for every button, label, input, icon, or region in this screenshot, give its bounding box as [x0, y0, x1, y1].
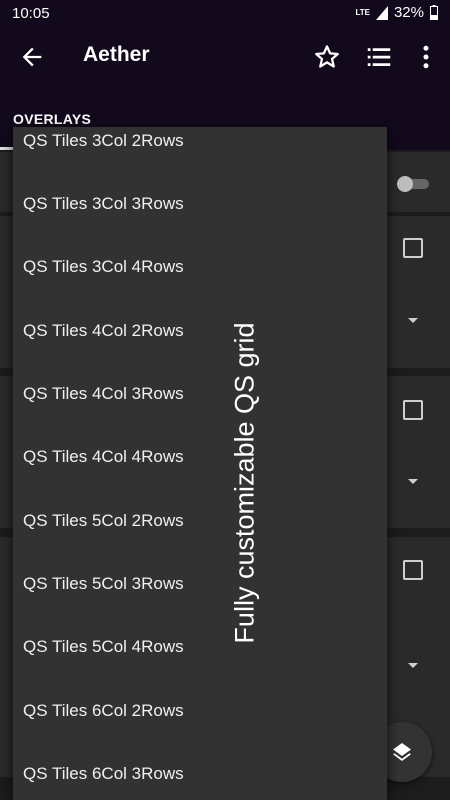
menu-item[interactable]: QS Tiles 6Col 2Rows — [23, 701, 184, 721]
page-title: Aether — [83, 43, 150, 66]
promo-caption: Fully customizable QS grid — [229, 322, 260, 644]
tab-overlays[interactable]: OVERLAYS — [13, 111, 91, 127]
master-toggle[interactable] — [396, 175, 432, 193]
overlay-checkbox[interactable] — [403, 400, 423, 420]
menu-item[interactable]: QS Tiles 4Col 2Rows — [23, 321, 184, 341]
app-bar: Aether — [0, 28, 450, 86]
overlay-checkbox[interactable] — [403, 238, 423, 258]
overlay-checkbox[interactable] — [403, 560, 423, 580]
menu-item[interactable]: QS Tiles 5Col 2Rows — [23, 511, 184, 531]
more-options-icon[interactable] — [411, 42, 441, 72]
status-icons: LTE 32% — [355, 4, 438, 21]
menu-item[interactable]: QS Tiles 3Col 2Rows — [23, 131, 184, 151]
lte-icon: LTE — [355, 7, 370, 17]
menu-item[interactable]: QS Tiles 3Col 3Rows — [23, 194, 184, 214]
dropdown-caret-icon[interactable] — [408, 663, 418, 668]
list-icon[interactable] — [364, 42, 394, 72]
battery-percent: 32% — [393, 4, 424, 21]
status-bar: 10:05 LTE 32% — [0, 0, 450, 28]
menu-item[interactable]: QS Tiles 3Col 4Rows — [23, 257, 184, 277]
battery-icon — [430, 5, 438, 20]
menu-item[interactable]: QS Tiles 4Col 3Rows — [23, 384, 184, 404]
qs-grid-dropdown-menu: QS Tiles 3Col 2Rows QS Tiles 3Col 3Rows … — [13, 127, 387, 800]
signal-icon — [375, 5, 388, 20]
menu-item[interactable]: QS Tiles 5Col 3Rows — [23, 574, 184, 594]
status-time: 10:05 — [12, 5, 50, 22]
layers-icon — [393, 743, 411, 761]
back-arrow-icon[interactable] — [18, 43, 46, 71]
menu-item[interactable]: QS Tiles 4Col 4Rows — [23, 447, 184, 467]
dropdown-caret-icon[interactable] — [408, 479, 418, 484]
star-icon[interactable] — [312, 42, 342, 72]
dropdown-caret-icon[interactable] — [408, 318, 418, 323]
menu-item[interactable]: QS Tiles 6Col 3Rows — [23, 764, 184, 784]
menu-item[interactable]: QS Tiles 5Col 4Rows — [23, 637, 184, 657]
